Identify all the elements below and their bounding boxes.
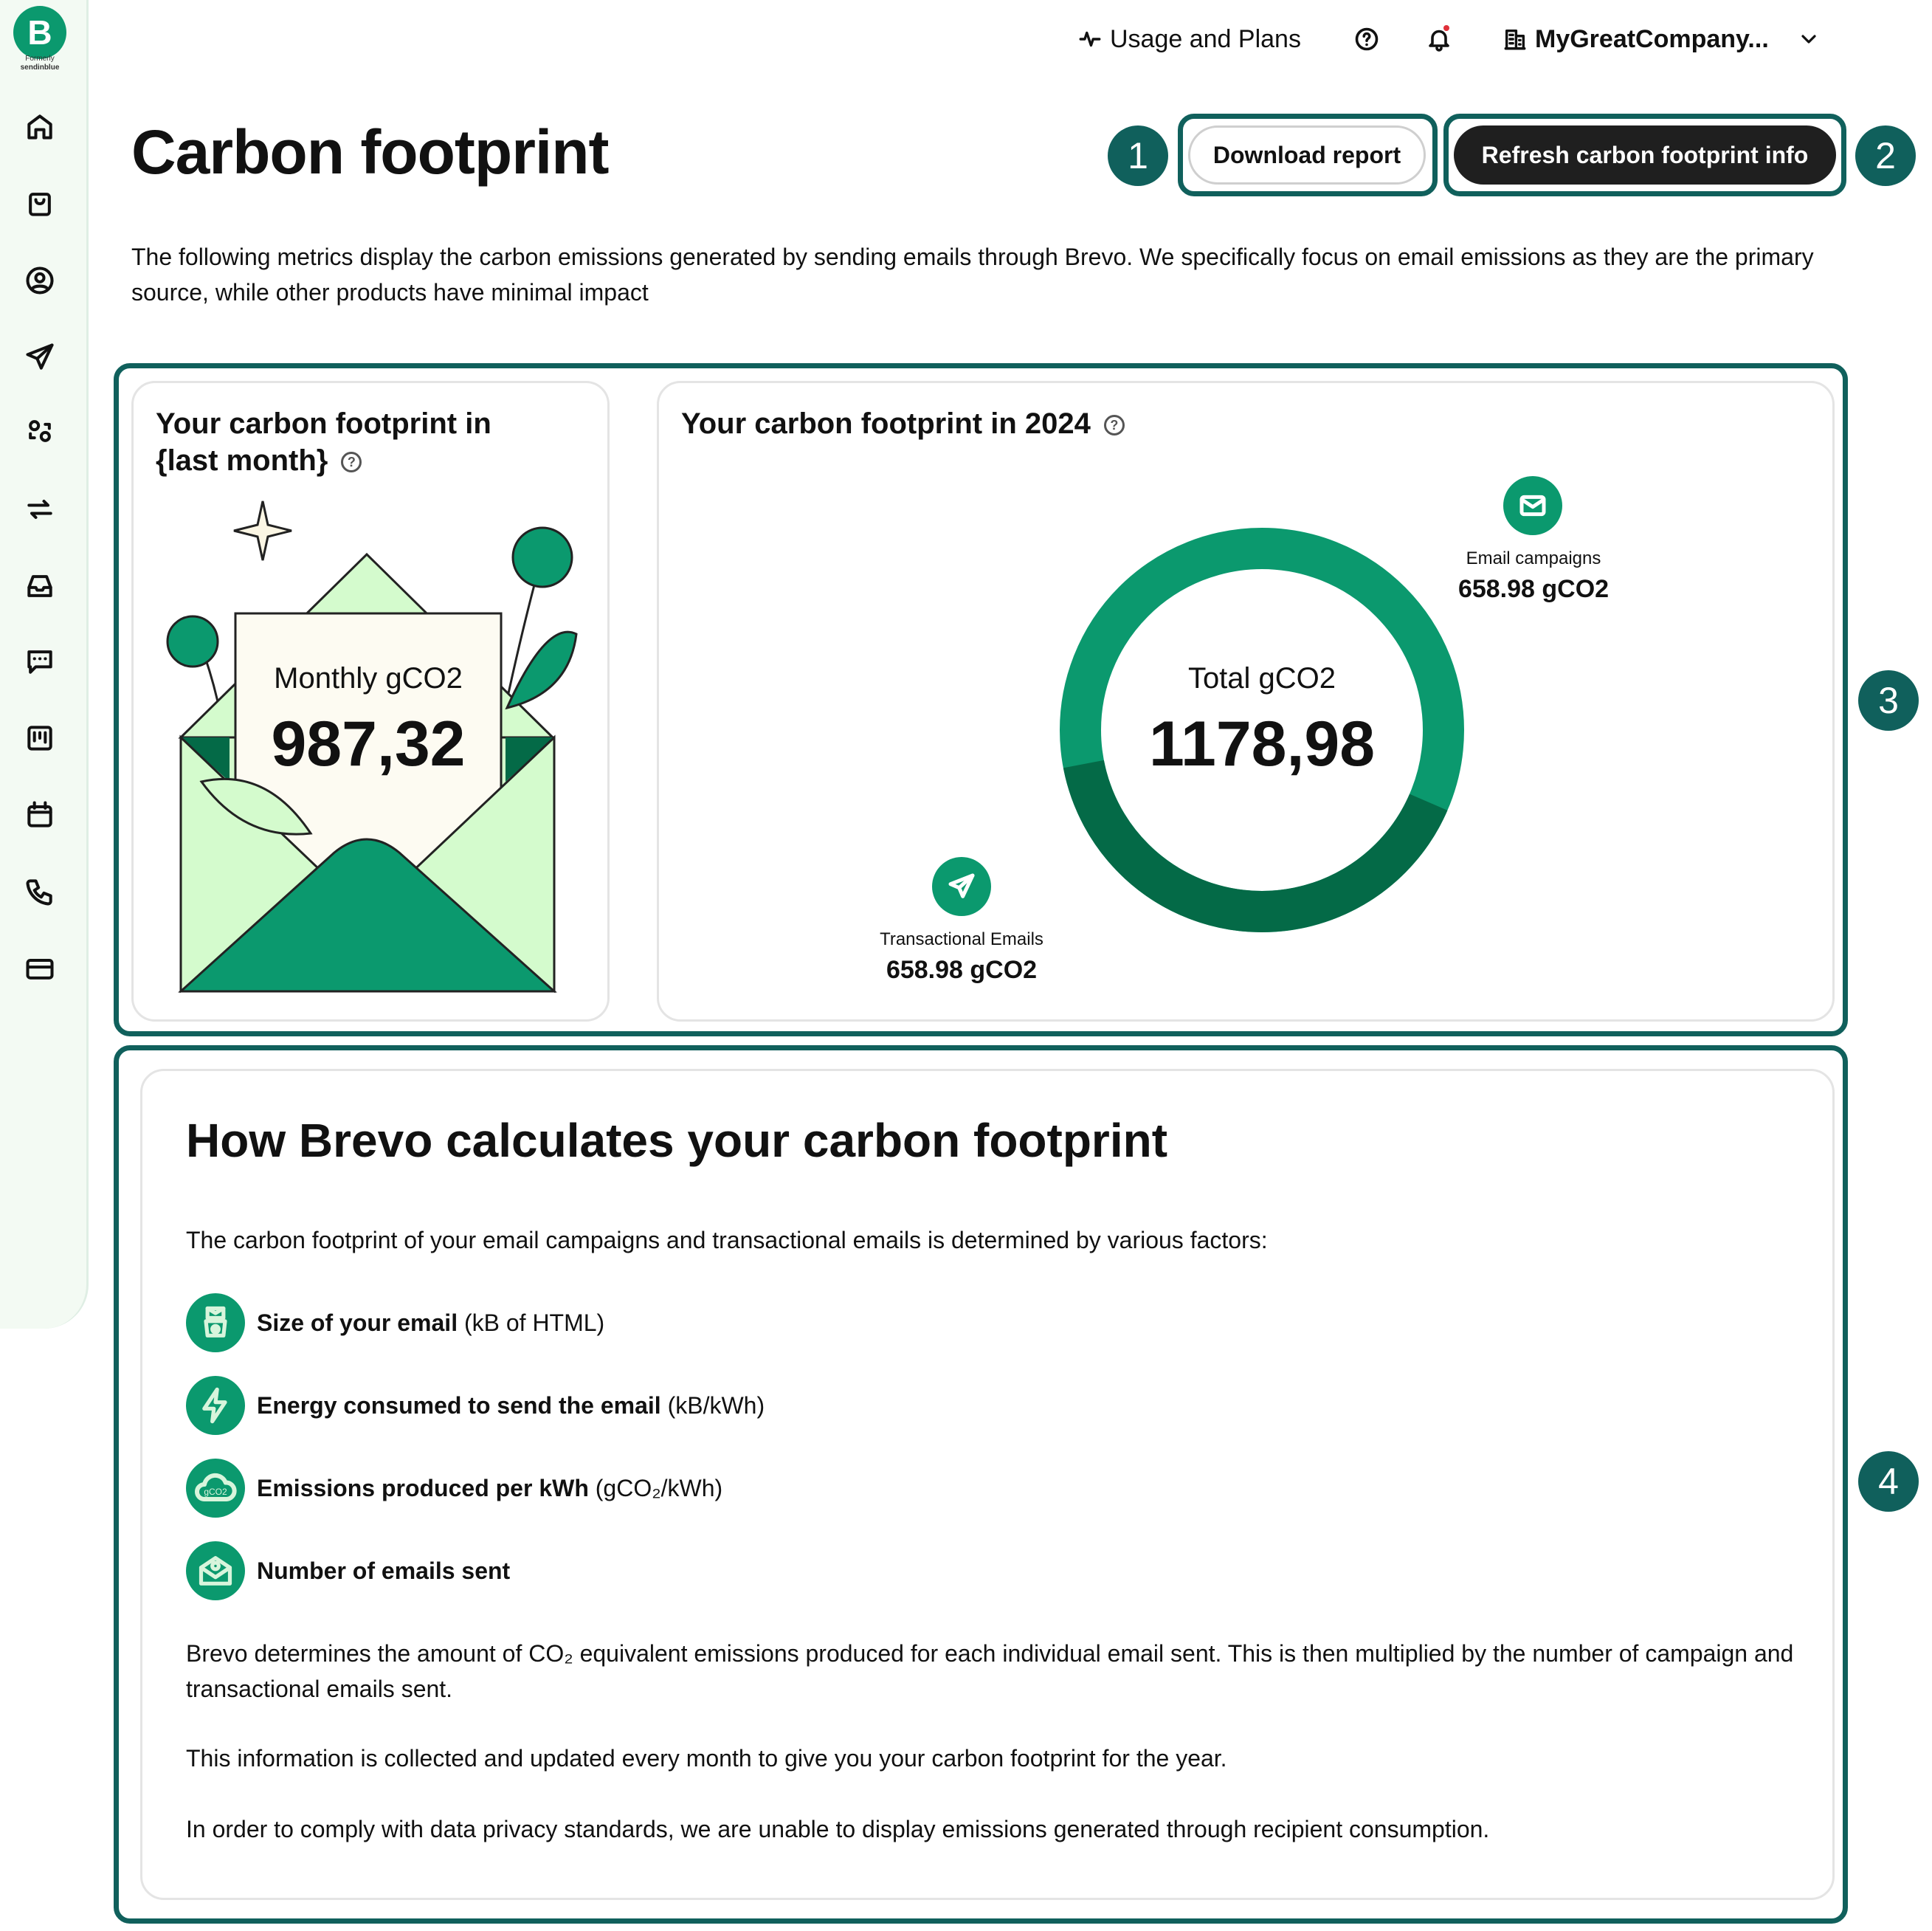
factor-energy-label: Energy consumed to send the email (257, 1391, 661, 1419)
annotation-4: 4 (1858, 1451, 1919, 1512)
logo-formerly: Formerly (25, 55, 55, 63)
how-title: How Brevo calculates your carbon footpri… (186, 1114, 1167, 1167)
monthly-footprint-card: Your carbon footprint in {last month}? M… (131, 381, 610, 1022)
usage-and-plans-link[interactable]: Usage and Plans (1077, 22, 1301, 56)
notifications-button[interactable] (1426, 22, 1452, 56)
lightning-icon (186, 1376, 245, 1435)
bag-icon[interactable] (22, 186, 58, 221)
transactional-emails-icon (932, 857, 991, 916)
board-icon[interactable] (22, 720, 58, 756)
how-paragraph-2: This information is collected and update… (186, 1745, 1227, 1772)
inbox-icon[interactable] (22, 568, 58, 604)
donut-center-label: Total gCO2 (1187, 662, 1336, 695)
annotation-1: 1 (1108, 125, 1168, 186)
chat-icon[interactable] (22, 644, 58, 679)
email-campaigns-legend: Email campaigns 658.98 gCO2 (1426, 548, 1641, 604)
building-icon (1504, 29, 1526, 50)
how-paragraph-3: In order to comply with data privacy sta… (186, 1816, 1490, 1842)
sidebar: B Formerly sendinblue (0, 0, 89, 1329)
page-title: Carbon footprint (131, 117, 610, 187)
refresh-carbon-button[interactable]: Refresh carbon footprint info (1454, 125, 1836, 185)
sync-icon[interactable] (22, 492, 58, 527)
factor-emissions-unit: (gCO₂/kWh) (595, 1474, 723, 1501)
help-icon[interactable]: ? (1103, 415, 1125, 436)
usage-and-plans-label: Usage and Plans (1110, 24, 1301, 53)
intro-text: The following metrics display the carbon… (131, 244, 1814, 306)
factor-size-unit: (kB of HTML) (463, 1309, 605, 1336)
yearly-footprint-card: Your carbon footprint in 2024? Total gCO… (657, 381, 1835, 1022)
envelope-illustration (166, 500, 578, 994)
card-icon[interactable] (22, 951, 58, 986)
transactional-emails-legend: Transactional Emails 658.98 gCO2 (843, 929, 1080, 985)
company-switcher[interactable]: MyGreatCompany... (1503, 22, 1821, 56)
factor-emissions-label: Emissions produced per kWh (257, 1474, 589, 1501)
annotation-2: 2 (1855, 125, 1916, 186)
logo-old-name: sendinblue (20, 63, 60, 72)
co2-badge: gCO2 (204, 1487, 227, 1497)
monthly-value: 987,32 (271, 709, 466, 779)
co2-cloud-icon: gCO2 (186, 1459, 245, 1518)
factor-energy-unit: (kB/kWh) (667, 1391, 765, 1419)
slice-transactional-emails (1063, 760, 1448, 932)
download-report-button[interactable]: Download report (1188, 125, 1426, 185)
help-button[interactable] (1353, 22, 1380, 56)
notification-dot (1443, 25, 1449, 31)
how-intro: The carbon footprint of your email campa… (186, 1227, 1268, 1253)
email-campaigns-label: Email campaigns (1466, 548, 1601, 568)
email-scale-icon (186, 1293, 245, 1352)
help-icon (1355, 27, 1379, 51)
send-icon[interactable] (22, 340, 58, 375)
company-name: MyGreatCompany... (1535, 24, 1769, 53)
automation-icon[interactable] (22, 413, 58, 449)
how-paragraph-1: Brevo determines the amount of CO₂ equiv… (186, 1640, 1794, 1702)
yearly-title-text: Your carbon footprint in 2024 (681, 407, 1091, 440)
home-icon[interactable] (22, 109, 58, 145)
email-at-icon (186, 1541, 245, 1600)
contacts-icon[interactable] (22, 263, 58, 298)
transactional-emails-value: 658.98 gCO2 (886, 956, 1038, 984)
factor-size-label: Size of your email (257, 1309, 458, 1336)
factor-emissions: gCO2 Emissions produced per kWh (gCO₂/kW… (186, 1459, 722, 1518)
phone-icon[interactable] (22, 874, 58, 909)
monthly-label: Monthly gCO2 (274, 662, 463, 695)
annotation-3: 3 (1858, 670, 1919, 731)
factor-count: Number of emails sent (186, 1541, 510, 1600)
donut-center-value: 1178,98 (1148, 709, 1376, 779)
factor-count-label: Number of emails sent (257, 1557, 511, 1584)
factor-size: Size of your email (kB of HTML) (186, 1293, 604, 1352)
calendar-icon[interactable] (22, 797, 58, 833)
chevron-down-icon (1801, 35, 1816, 44)
yearly-card-title: Your carbon footprint in 2024? (681, 405, 1125, 442)
email-campaigns-value: 658.98 gCO2 (1457, 575, 1610, 603)
activity-icon (1079, 31, 1101, 47)
logo-letter: B (27, 13, 52, 52)
email-campaigns-icon (1503, 476, 1562, 535)
transactional-emails-label: Transactional Emails (880, 929, 1043, 949)
brevo-logo[interactable]: B (13, 6, 66, 59)
factor-energy: Energy consumed to send the email (kB/kW… (186, 1376, 765, 1435)
